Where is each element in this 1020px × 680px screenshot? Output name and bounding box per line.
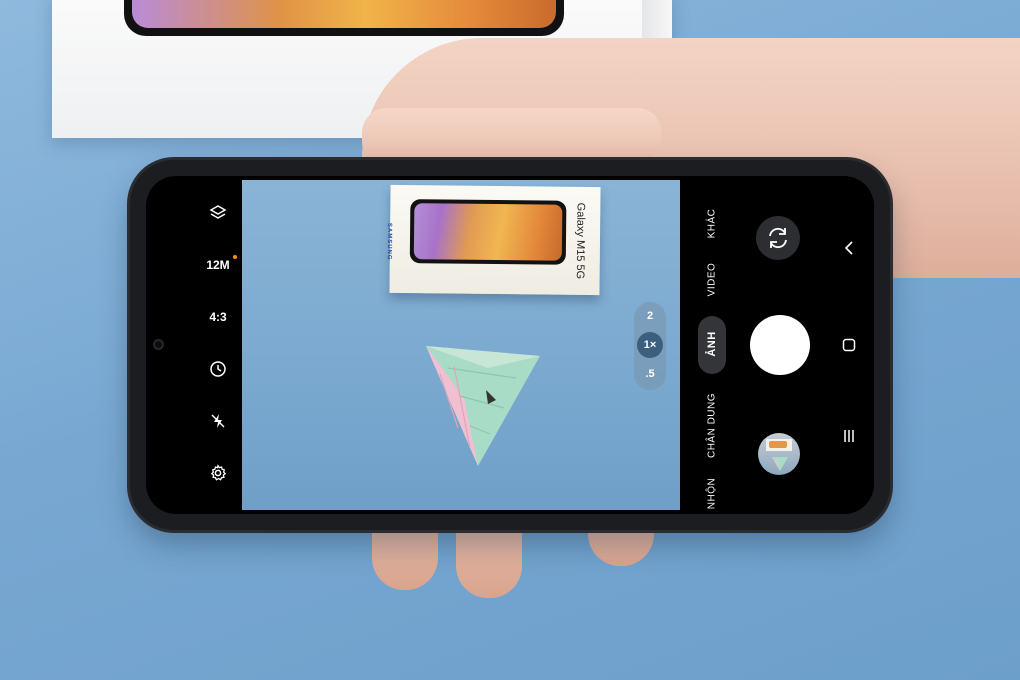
layers-icon	[209, 205, 227, 219]
nav-home-button[interactable]	[842, 337, 856, 358]
hand-thumb	[362, 108, 662, 166]
box-brand-text: SAMSUNG	[385, 222, 393, 261]
hand-finger	[456, 520, 522, 598]
viewfinder-product-box: SAMSUNG Galaxy M15 5G	[385, 184, 601, 296]
gallery-thumbnail-image	[766, 439, 792, 471]
zoom-option-2x[interactable]: 2	[634, 310, 666, 322]
nav-back-button[interactable]	[842, 240, 856, 261]
camera-viewfinder[interactable]: SAMSUNG Galaxy M15 5G 2 1× .5	[242, 180, 680, 510]
zoom-option-1x[interactable]: 1×	[634, 339, 666, 351]
recents-icon	[844, 430, 854, 442]
flash-button[interactable]	[186, 412, 250, 430]
zoom-selector: 2 1× .5	[634, 302, 666, 390]
phone: 12M 4:3 SAMSUNG Galaxy M15 5G 2 1× .5 KH…	[130, 160, 890, 530]
resolution-button[interactable]: 12M	[186, 255, 250, 272]
timer-icon	[210, 361, 226, 377]
settings-button[interactable]	[186, 464, 250, 482]
chevron-left-icon	[844, 241, 853, 255]
new-badge-dot	[233, 255, 237, 259]
mode-portrait[interactable]: CHÂN DUNG	[707, 388, 718, 464]
pyramid-puzzle	[426, 346, 540, 466]
mode-photo[interactable]: ẢNH	[706, 320, 718, 368]
box-model-text: Galaxy M15 5G	[573, 202, 587, 280]
camera-settings-bar: 12M 4:3	[186, 196, 250, 506]
gear-icon	[210, 464, 227, 481]
camera-app-screen: 12M 4:3 SAMSUNG Galaxy M15 5G 2 1× .5 KH…	[146, 176, 874, 514]
mode-more[interactable]: KHÁC	[707, 200, 718, 248]
gallery-thumbnail-button[interactable]	[758, 433, 800, 475]
filters-button[interactable]	[186, 204, 250, 222]
hand-finger	[372, 520, 438, 590]
mode-night[interactable]: NHỘN	[707, 470, 718, 515]
camera-mode-panel: KHÁC VIDEO ẢNH CHÂN DUNG NHỘN	[680, 176, 874, 514]
resolution-label: 12M	[206, 258, 230, 272]
timer-button[interactable]	[186, 360, 250, 378]
viewfinder-box-phone-image	[409, 199, 567, 265]
background-box-phone-image	[124, 0, 564, 36]
aspect-ratio-button[interactable]: 4:3	[186, 310, 250, 324]
home-square-icon	[842, 338, 856, 352]
nav-recents-button[interactable]	[842, 428, 856, 449]
aspect-ratio-label: 4:3	[209, 310, 227, 324]
flash-off-icon	[211, 414, 225, 428]
front-camera-hole	[153, 339, 164, 350]
flip-camera-icon	[769, 227, 787, 249]
zoom-option-0-5x[interactable]: .5	[634, 368, 666, 380]
mode-video[interactable]: VIDEO	[707, 256, 718, 304]
switch-camera-button[interactable]	[756, 216, 800, 260]
shutter-button[interactable]	[750, 315, 810, 375]
